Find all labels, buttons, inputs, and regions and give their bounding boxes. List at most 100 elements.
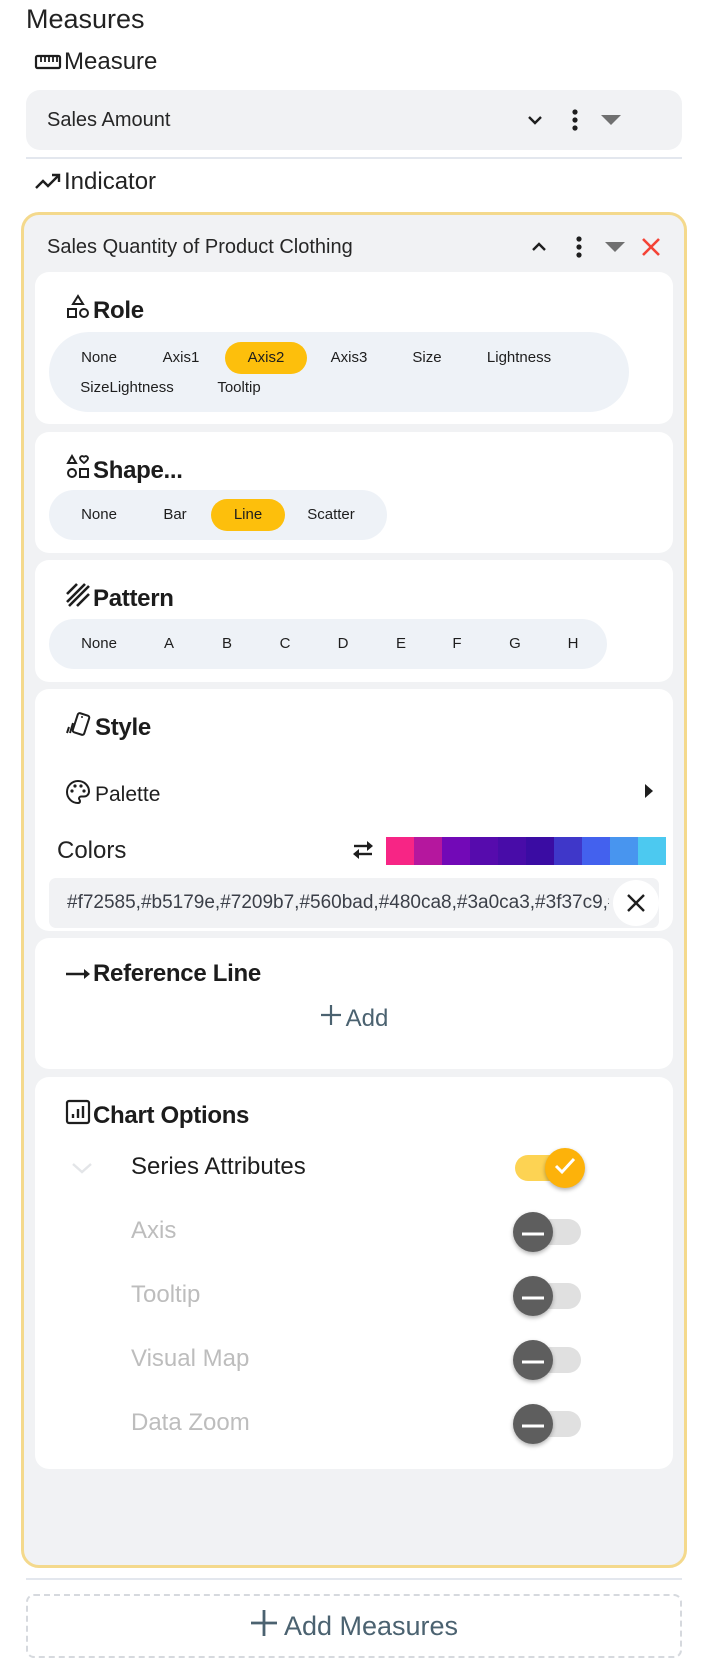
pattern-option-none[interactable]: None [63, 628, 135, 660]
shape-panel: Shape... None Bar Line Scatter [35, 432, 673, 553]
add-measures-button[interactable]: Add Measures [26, 1594, 682, 1658]
role-option-sizelightness[interactable]: SizeLightness [63, 372, 191, 404]
role-panel: Role None Axis1 Axis2 Axis3 Size Lightness Siz… [35, 272, 673, 424]
role-option-axis1[interactable]: Axis1 [145, 342, 217, 374]
section-divider [26, 157, 682, 159]
caret-right-icon[interactable] [645, 784, 653, 803]
chevron-down-icon[interactable] [71, 1161, 93, 1179]
reference-line-panel: Reference Line Add [35, 938, 673, 1069]
more-vertical-icon[interactable] [561, 100, 589, 140]
chart-box-icon [65, 1099, 91, 1132]
indicator-label: Indicator [64, 168, 157, 195]
pattern-option-c[interactable]: C [263, 628, 307, 660]
clear-icon[interactable] [613, 880, 659, 926]
shape-title: Shape... [65, 453, 183, 487]
chart-option-toggle[interactable] [513, 1276, 583, 1316]
chart-option-label: Data Zoom [131, 1409, 250, 1436]
caret-down-icon[interactable] [597, 227, 633, 267]
palette-icon [65, 779, 91, 811]
check-icon [554, 1157, 576, 1180]
color-swatch [442, 837, 470, 865]
pattern-option-b[interactable]: B [205, 628, 249, 660]
role-option-none[interactable]: None [63, 342, 135, 374]
color-swatch [638, 837, 666, 865]
pattern-option-f[interactable]: F [435, 628, 479, 660]
chevron-down-icon[interactable] [515, 100, 555, 140]
color-swatch [582, 837, 610, 865]
pattern-option-a[interactable]: A [147, 628, 191, 660]
chart-options-panel: Chart Options Series Attributes Axis Toolt… [35, 1077, 673, 1469]
chart-option-toggle[interactable] [513, 1212, 583, 1252]
style-title-text: Style [95, 713, 151, 741]
role-title: Role [65, 294, 144, 327]
role-option-axis2[interactable]: Axis2 [225, 342, 307, 374]
chart-option-label: Tooltip [131, 1281, 201, 1308]
trending-up-icon [34, 172, 62, 192]
palette-row[interactable]: Palette [65, 777, 645, 813]
colors-input[interactable] [49, 878, 609, 928]
measure-item-row[interactable]: Sales Amount [26, 90, 682, 150]
chart-options-title: Chart Options [65, 1099, 249, 1132]
minus-icon [522, 1223, 544, 1241]
reference-line-title: Reference Line [65, 960, 261, 988]
role-option-size[interactable]: Size [393, 342, 461, 374]
arrow-right-icon [65, 960, 91, 988]
pattern-segmented-control: None A B C D E F G H [49, 619, 607, 669]
minus-icon [522, 1287, 544, 1305]
color-swatch [526, 837, 554, 865]
shapes-heart-icon [65, 453, 91, 487]
color-swatch [554, 837, 582, 865]
role-option-axis3[interactable]: Axis3 [313, 342, 385, 374]
shape-option-line[interactable]: Line [211, 499, 285, 531]
chart-option-label: Visual Map [131, 1345, 250, 1372]
colors-input-wrap [49, 878, 659, 928]
chart-option-toggle[interactable] [513, 1148, 585, 1188]
shape-title-text: Shape... [93, 456, 183, 484]
shape-segmented-control: None Bar Line Scatter [49, 490, 387, 540]
style-title: Style [65, 711, 151, 744]
chevron-up-icon[interactable] [519, 227, 559, 267]
role-option-lightness[interactable]: Lightness [469, 342, 569, 374]
shape-option-none[interactable]: None [63, 499, 135, 531]
shape-option-scatter[interactable]: Scatter [287, 499, 375, 531]
add-measures-label: Add Measures [283, 1610, 459, 1641]
indicator-item-header[interactable]: Sales Quantity of Product Clothing [24, 215, 684, 279]
indicator-card: Sales Quantity of Product Clothing Role … [21, 212, 687, 1568]
pattern-panel: Pattern None A B C D E F G H [35, 560, 673, 682]
minus-icon [522, 1351, 544, 1369]
chart-option-label: Axis [131, 1217, 177, 1244]
chart-options-title-text: Chart Options [93, 1101, 250, 1129]
color-swatch [470, 837, 498, 865]
shape-option-bar[interactable]: Bar [137, 499, 213, 531]
pattern-option-h[interactable]: H [551, 628, 595, 660]
chart-option-row: Data Zoom [35, 1399, 673, 1449]
pattern-option-g[interactable]: G [493, 628, 537, 660]
chart-option-row: Axis [35, 1207, 673, 1257]
add-reference-line-button[interactable]: Add [35, 1004, 673, 1033]
more-vertical-icon[interactable] [565, 227, 593, 267]
reference-line-title-text: Reference Line [93, 960, 261, 987]
measure-item-name: Sales Amount [47, 108, 171, 131]
close-icon[interactable] [633, 227, 669, 267]
chart-option-toggle[interactable] [513, 1340, 583, 1380]
plus-icon [320, 1004, 342, 1033]
pattern-option-d[interactable]: D [321, 628, 365, 660]
role-option-tooltip[interactable]: Tooltip [199, 372, 279, 404]
swap-arrows-icon[interactable] [350, 839, 376, 866]
measure-section-label: Measure [34, 48, 157, 76]
color-swatch [414, 837, 442, 865]
pattern-title-text: Pattern [93, 584, 174, 612]
measure-label: Measure [64, 48, 158, 75]
color-swatch [386, 837, 414, 865]
role-segmented-control: None Axis1 Axis2 Axis3 Size Lightness SizeLigh… [49, 332, 629, 412]
plus-icon [250, 1609, 278, 1644]
pattern-option-e[interactable]: E [379, 628, 423, 660]
color-swatches [386, 837, 666, 865]
section-divider [26, 1578, 682, 1580]
chart-option-row: Visual Map [35, 1335, 673, 1385]
style-panel: Style Palette Colors [35, 689, 673, 931]
chart-option-toggle[interactable] [513, 1404, 583, 1444]
ruler-icon [34, 53, 62, 71]
page-title: Measures [26, 4, 145, 34]
caret-down-icon[interactable] [593, 100, 629, 140]
